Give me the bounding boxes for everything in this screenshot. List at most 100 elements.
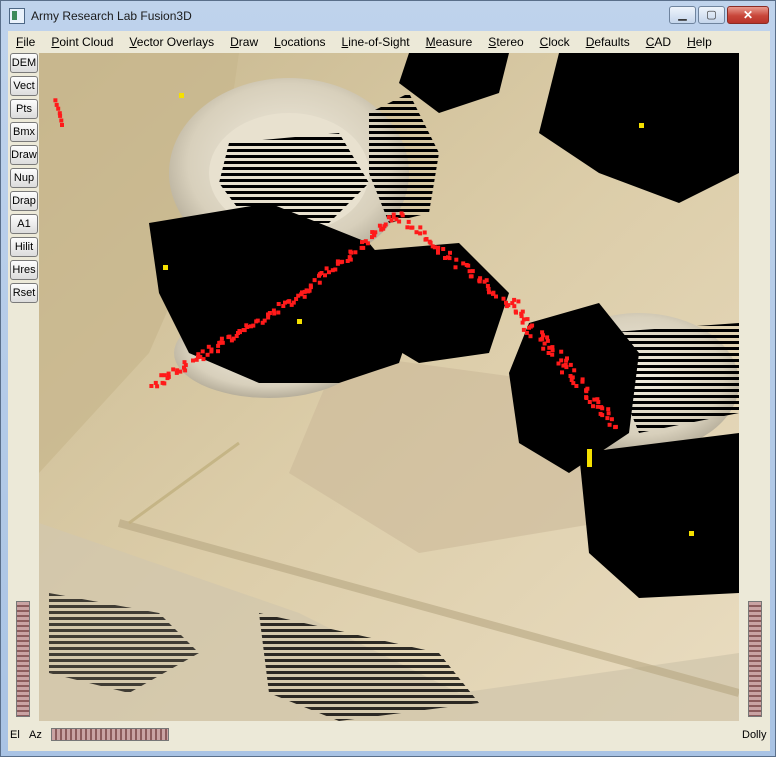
menu-bar: File Point Cloud Vector Overlays Draw Locati… — [8, 31, 770, 52]
dem-button[interactable]: DEM — [10, 53, 38, 73]
track-point — [524, 330, 529, 335]
menu-line-of-sight[interactable]: Line-of-Sight — [334, 35, 418, 49]
maximize-button[interactable]: ▢ — [698, 6, 725, 24]
track-point — [400, 213, 405, 218]
track-point — [560, 370, 564, 375]
3d-viewport[interactable] — [39, 53, 739, 721]
track-point — [494, 294, 498, 299]
track-point — [245, 325, 250, 329]
point-cloud-scene[interactable] — [39, 53, 739, 721]
track-point — [430, 244, 435, 249]
track-point — [53, 98, 58, 103]
track-point — [564, 365, 569, 370]
track-point — [527, 325, 531, 330]
rset-button[interactable]: Rset — [10, 283, 38, 303]
track-point — [528, 334, 533, 339]
track-point — [466, 263, 471, 268]
track-point — [162, 381, 167, 386]
track-point — [491, 290, 496, 295]
track-point — [545, 335, 550, 340]
menu-accelerator: M — [425, 34, 436, 49]
a1-button[interactable]: A1 — [10, 214, 38, 234]
track-point — [580, 379, 585, 384]
track-point — [219, 336, 224, 341]
window-controls: ▁ ▢ ✕ — [669, 6, 769, 24]
track-point — [340, 259, 345, 264]
bmx-button[interactable]: Bmx — [10, 122, 38, 142]
track-point — [319, 271, 324, 275]
menu-point-cloud[interactable]: Point Cloud — [43, 35, 121, 49]
elevation-slider[interactable] — [16, 601, 30, 717]
track-point — [596, 400, 601, 404]
menu-label-rest: tereo — [496, 34, 524, 49]
title-bar[interactable]: Army Research Lab Fusion3D ▁ ▢ ✕ — [1, 1, 775, 31]
track-point — [556, 361, 561, 366]
menu-clock[interactable]: Clock — [532, 35, 578, 49]
app-icon — [9, 8, 25, 24]
track-point — [178, 369, 183, 374]
track-point — [409, 225, 414, 230]
track-point — [191, 358, 195, 363]
minimize-icon: ▁ — [678, 8, 687, 21]
maximize-icon: ▢ — [706, 8, 717, 21]
nup-button[interactable]: Nup — [10, 168, 38, 188]
vect-button[interactable]: Vect — [10, 76, 38, 96]
menu-locations[interactable]: Locations — [266, 35, 333, 49]
azimuth-slider[interactable] — [51, 728, 169, 741]
drap-button[interactable]: Drap — [10, 191, 38, 211]
menu-cad[interactable]: CAD — [638, 35, 679, 49]
track-point — [512, 304, 517, 309]
track-point — [183, 363, 188, 368]
track-point — [406, 219, 411, 224]
track-point — [324, 266, 329, 271]
close-button[interactable]: ✕ — [727, 6, 769, 24]
draw-button[interactable]: Draw — [10, 145, 38, 165]
track-point — [304, 288, 309, 293]
track-point — [469, 274, 474, 279]
menu-label-rest: raw — [238, 34, 259, 49]
track-point — [216, 349, 220, 354]
track-point — [317, 280, 322, 285]
menu-label-rest: lock — [548, 34, 570, 49]
track-point — [574, 384, 579, 388]
track-point — [512, 297, 517, 302]
menu-stereo[interactable]: Stereo — [480, 35, 531, 49]
track-point — [251, 323, 256, 328]
menu-label-rest: ile — [23, 34, 36, 49]
track-point — [276, 302, 281, 306]
track-point — [153, 380, 158, 385]
pts-button[interactable]: Pts — [10, 99, 38, 119]
track-point — [470, 269, 475, 274]
track-point — [485, 284, 490, 288]
menu-defaults[interactable]: Defaults — [578, 35, 638, 49]
track-point — [605, 416, 610, 421]
track-point — [149, 384, 154, 388]
track-point — [541, 333, 545, 338]
track-point — [550, 352, 555, 357]
menu-measure[interactable]: Measure — [418, 35, 481, 49]
track-point — [60, 123, 64, 127]
track-point — [236, 331, 240, 335]
track-point — [436, 247, 440, 252]
hres-button[interactable]: Hres — [10, 260, 38, 280]
track-point — [418, 225, 423, 230]
track-point — [587, 400, 592, 404]
track-point — [286, 299, 291, 304]
track-point — [525, 317, 530, 322]
hilit-button[interactable]: Hilit — [10, 237, 38, 257]
minimize-button[interactable]: ▁ — [669, 6, 696, 24]
menu-label-rest: efaults — [594, 34, 630, 49]
menu-file[interactable]: File — [8, 35, 43, 49]
menu-draw[interactable]: Draw — [222, 35, 266, 49]
track-point — [218, 340, 223, 345]
elevation-label: El — [10, 729, 20, 741]
dolly-slider[interactable] — [748, 601, 762, 717]
menu-help[interactable]: Help — [679, 35, 720, 49]
track-point — [606, 407, 611, 412]
track-point — [422, 230, 427, 235]
track-point — [461, 261, 466, 266]
track-point — [550, 348, 555, 353]
track-point — [383, 222, 388, 227]
track-point — [323, 273, 327, 278]
menu-vector-overlays[interactable]: Vector Overlays — [121, 35, 222, 49]
